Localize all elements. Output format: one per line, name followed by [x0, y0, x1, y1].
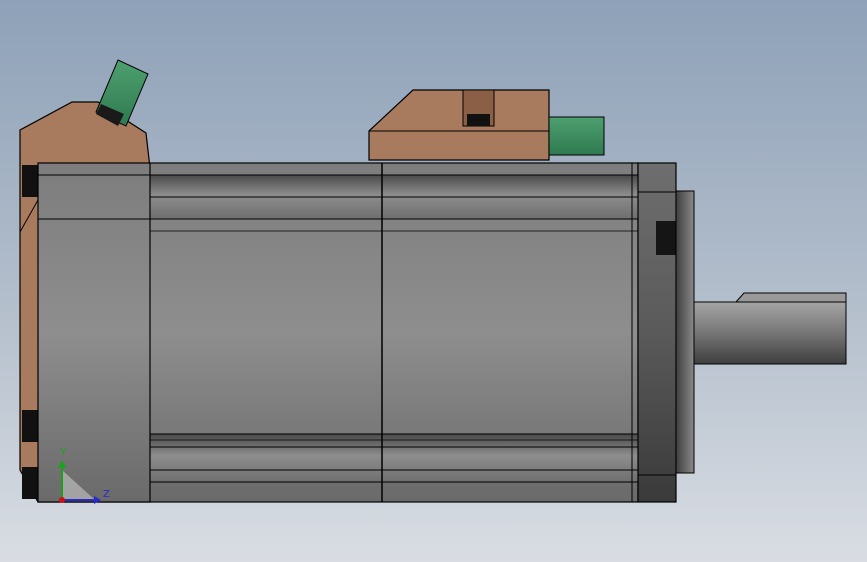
rear-screw-head-icon: [22, 467, 38, 499]
rear-screw-head-icon: [22, 410, 38, 442]
rear-screw-head-icon: [22, 165, 38, 197]
encoder-connector[interactable]: [95, 59, 149, 127]
front-flange[interactable]: [637, 162, 695, 503]
y-axis-label: Y: [59, 447, 67, 458]
motor-side-view: Y Z: [19, 59, 847, 504]
power-plug[interactable]: [548, 116, 605, 156]
x-axis-dot-icon: [59, 497, 65, 503]
cad-viewport[interactable]: Y Z: [0, 0, 867, 562]
flange-bolt-icon: [656, 221, 676, 255]
output-shaft[interactable]: [693, 292, 847, 365]
motor-body[interactable]: [37, 162, 639, 503]
shaft-key: [734, 292, 847, 303]
z-axis-label: Z: [103, 489, 110, 500]
power-connector-housing[interactable]: [368, 89, 605, 161]
